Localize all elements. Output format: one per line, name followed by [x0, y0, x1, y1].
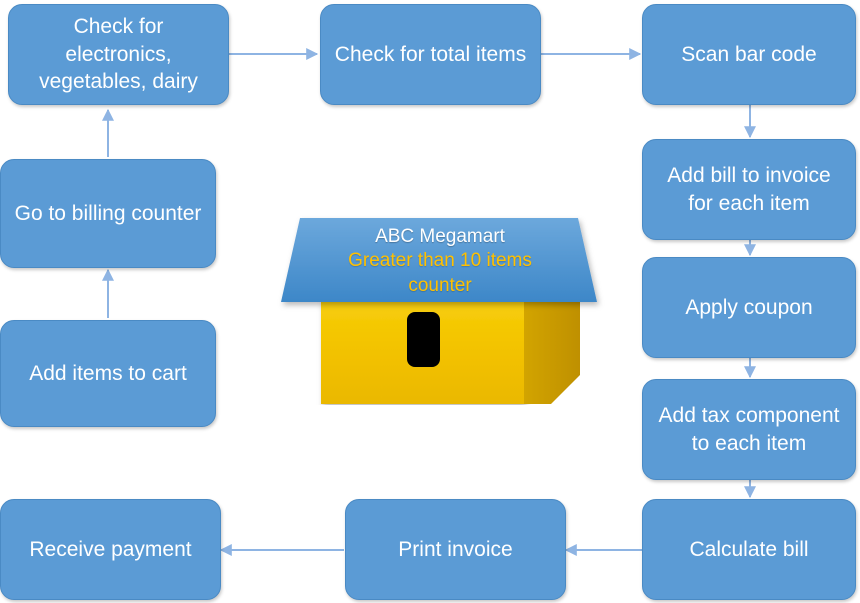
- node-add-tax-component[interactable]: Add tax component to each item: [642, 379, 856, 480]
- node-label: Print invoice: [398, 537, 513, 561]
- house-side-face: [524, 299, 580, 404]
- house-door: [407, 312, 440, 367]
- node-go-to-billing-counter[interactable]: Go to billing counter: [0, 159, 216, 268]
- node-label: Receive payment: [29, 537, 192, 561]
- node-label: Scan bar code: [681, 42, 817, 66]
- node-check-electronics[interactable]: Check for electronics, vegetables, dairy: [8, 4, 229, 105]
- node-label: Add items to cart: [29, 361, 187, 385]
- megamart-house-graphic: ABC Megamart Greater than 10 items count…: [270, 215, 610, 405]
- node-label: Check for electronics, vegetables, dairy: [39, 14, 198, 94]
- node-print-invoice[interactable]: Print invoice: [345, 499, 566, 600]
- node-label: Go to billing counter: [14, 201, 202, 225]
- node-label: Add bill to invoice for each item: [667, 163, 831, 215]
- node-label: Apply coupon: [685, 295, 813, 319]
- node-label: Calculate bill: [689, 537, 809, 561]
- node-calculate-bill[interactable]: Calculate bill: [642, 499, 856, 600]
- node-add-items-to-cart[interactable]: Add items to cart: [0, 320, 216, 427]
- node-apply-coupon[interactable]: Apply coupon: [642, 257, 856, 358]
- flowchart-canvas: Check for electronics, vegetables, dairy…: [0, 0, 860, 603]
- node-receive-payment[interactable]: Receive payment: [0, 499, 221, 600]
- node-add-bill-to-invoice[interactable]: Add bill to invoice for each item: [642, 139, 856, 240]
- house-roof: [281, 218, 597, 302]
- node-check-total-items[interactable]: Check for total items: [320, 4, 541, 105]
- node-label: Add tax component to each item: [658, 403, 840, 455]
- node-label: Check for total items: [334, 42, 527, 66]
- node-scan-bar-code[interactable]: Scan bar code: [642, 4, 856, 105]
